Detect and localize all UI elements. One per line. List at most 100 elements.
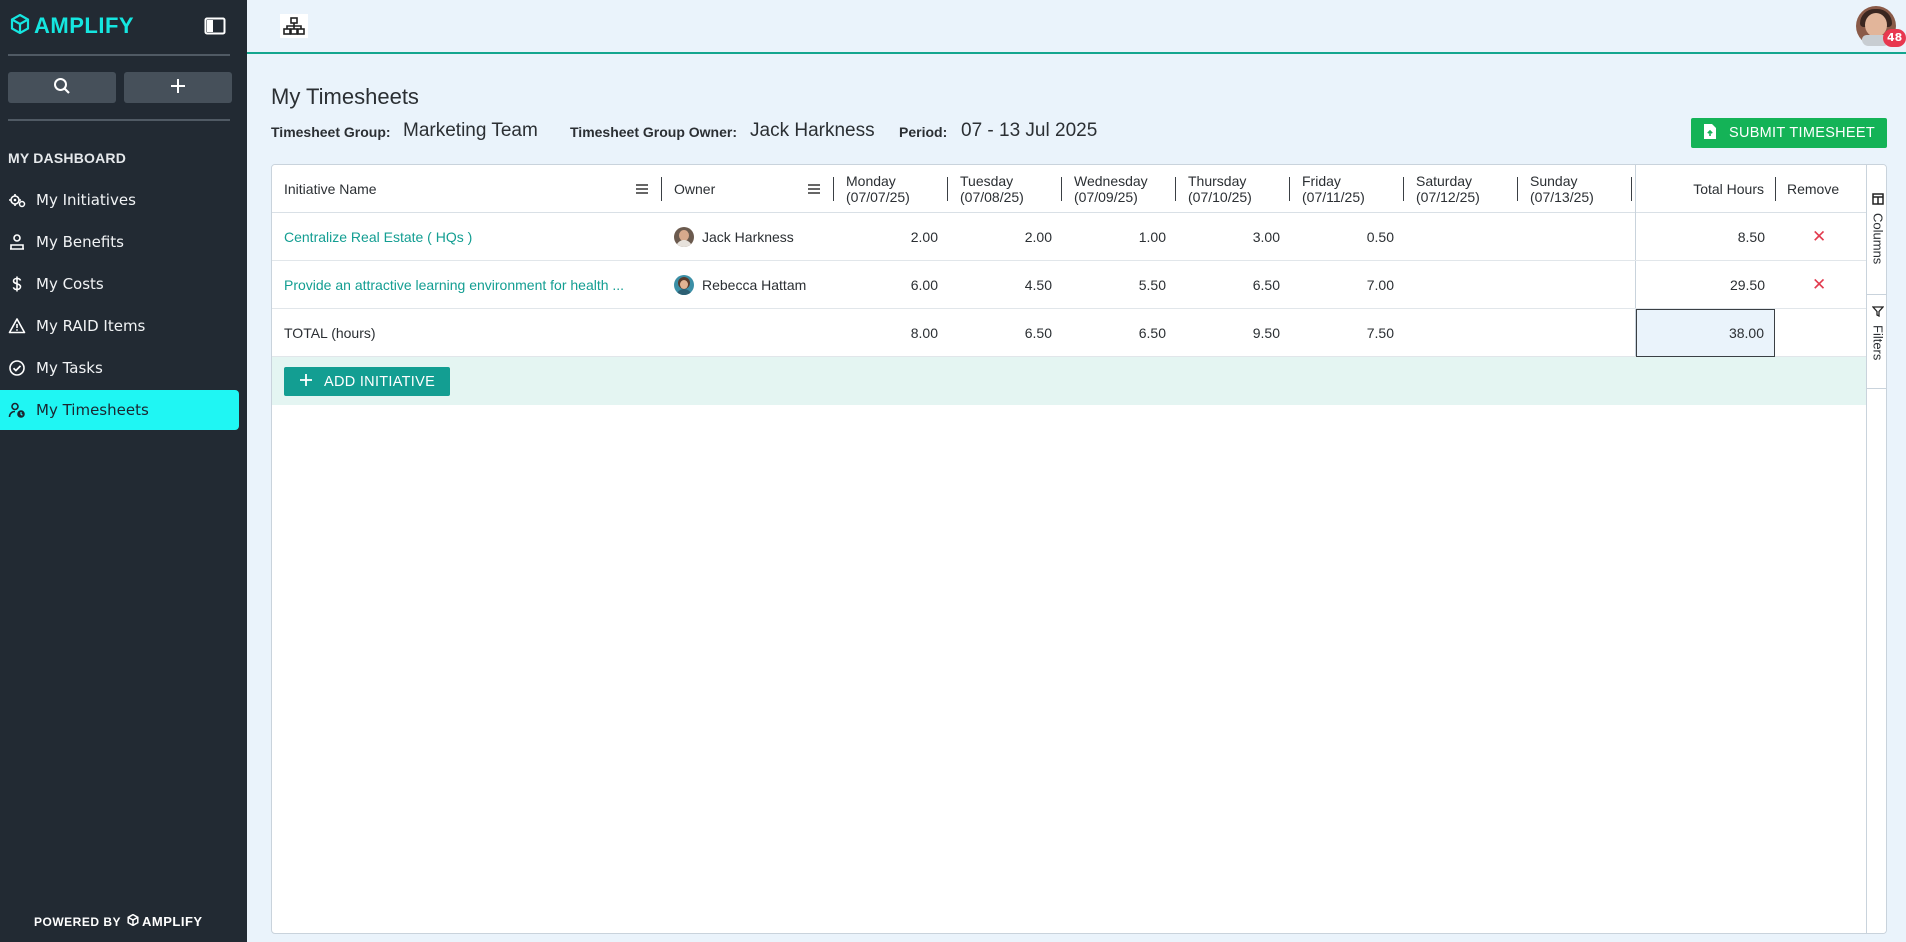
owner-name: Rebecca Hattam: [702, 277, 807, 293]
header-monday[interactable]: Monday (07/07/25): [846, 165, 910, 213]
submit-label: SUBMIT TIMESHEET: [1728, 125, 1876, 141]
owner-name: Jack Harkness: [702, 229, 794, 245]
initiative-link[interactable]: Provide an attractive learning environme…: [284, 261, 644, 309]
org-chart-icon[interactable]: [280, 14, 308, 38]
hours-cell[interactable]: 6.50: [1188, 261, 1280, 309]
header-tuesday[interactable]: Tuesday (07/08/25): [960, 165, 1024, 213]
group-owner-value: Jack Harkness: [750, 120, 875, 141]
sidebar-item-label: My Costs: [36, 275, 104, 293]
column-resize-handle[interactable]: [947, 177, 948, 201]
create-button[interactable]: [124, 72, 232, 103]
plus-icon: [300, 373, 312, 390]
sidebar-item-initiatives[interactable]: My Initiatives: [0, 180, 239, 220]
check-circle-icon: [8, 359, 26, 377]
warning-icon: [8, 317, 26, 335]
add-initiative-button[interactable]: ADD INITIATIVE: [284, 367, 450, 396]
file-upload-icon: [1703, 123, 1717, 144]
header-total-hours[interactable]: Total Hours: [1636, 165, 1764, 213]
day-total-cell: 6.50: [1024, 325, 1052, 341]
column-resize-handle[interactable]: [1775, 177, 1776, 201]
table-row: Provide an attractive learning environme…: [272, 261, 1866, 309]
sidebar-divider: [8, 119, 230, 121]
topbar: 48: [247, 0, 1906, 54]
header-sunday[interactable]: Sunday (07/13/25): [1530, 165, 1594, 213]
hours-cell[interactable]: 5.50: [1074, 261, 1166, 309]
remove-row-icon[interactable]: ✕: [1812, 261, 1826, 309]
column-resize-handle[interactable]: [1061, 177, 1062, 201]
hours-cell[interactable]: 2.00: [846, 213, 938, 261]
column-resize-handle[interactable]: [1403, 177, 1404, 201]
period-value: 07 - 13 Jul 2025: [961, 120, 1098, 141]
sidebar-item-label: My Timesheets: [36, 401, 149, 419]
columns-icon: [1872, 191, 1884, 209]
hours-cell[interactable]: 1.00: [1074, 213, 1166, 261]
notification-badge[interactable]: 48: [1883, 29, 1906, 47]
owner-cell: Jack Harkness: [674, 213, 794, 261]
header-wednesday[interactable]: Wednesday (07/09/25): [1074, 165, 1148, 213]
sidebar-item-raid[interactable]: My RAID Items: [0, 306, 239, 346]
header-remove[interactable]: Remove: [1787, 165, 1839, 213]
column-resize-handle[interactable]: [661, 177, 662, 201]
hours-cell[interactable]: 0.50: [1302, 213, 1394, 261]
hours-cell[interactable]: 7.00: [1302, 261, 1394, 309]
sidebar-collapse-icon[interactable]: [203, 15, 227, 37]
remove-row-icon[interactable]: ✕: [1812, 213, 1826, 261]
day-total-cell: 6.50: [1138, 325, 1166, 341]
powered-by-logo-text: AMPLIFY: [142, 914, 203, 929]
dollar-icon: [8, 275, 26, 293]
column-resize-handle[interactable]: [1631, 177, 1632, 201]
header-initiative-name[interactable]: Initiative Name: [284, 165, 377, 213]
sidebar-item-timesheets[interactable]: My Timesheets: [0, 390, 239, 430]
column-resize-handle[interactable]: [833, 177, 834, 201]
hours-cell[interactable]: 6.00: [846, 261, 938, 309]
sidebar-item-label: My Initiatives: [36, 191, 136, 209]
hours-cell[interactable]: 3.00: [1188, 213, 1280, 261]
search-button[interactable]: [8, 72, 116, 103]
header-owner[interactable]: Owner: [674, 165, 715, 213]
hours-cell[interactable]: [1530, 261, 1622, 309]
header-friday[interactable]: Friday (07/11/25): [1302, 165, 1365, 213]
column-menu-icon[interactable]: [634, 181, 650, 197]
hours-cell[interactable]: [1416, 213, 1508, 261]
columns-tab-label: Columns: [1870, 213, 1886, 265]
timesheet-grid: Initiative Name Owner Monday (07/07/25) T…: [271, 164, 1887, 934]
filters-tab[interactable]: Filters: [1867, 295, 1886, 389]
sidebar-item-benefits[interactable]: My Benefits: [0, 222, 239, 262]
column-resize-handle[interactable]: [1517, 177, 1518, 201]
amplify-logo-icon: [127, 913, 139, 929]
benefits-icon: [8, 233, 26, 251]
powered-by: POWERED BY AMPLIFY: [34, 913, 203, 929]
dashboard-section-label: MY DASHBOARD: [8, 150, 127, 166]
row-total-cell: 29.50: [1729, 277, 1765, 293]
logo[interactable]: AMPLIFY: [10, 13, 134, 38]
columns-tab[interactable]: Columns: [1867, 183, 1886, 295]
header-thursday[interactable]: Thursday (07/10/25): [1188, 165, 1252, 213]
sidebar-item-label: My Tasks: [36, 359, 103, 377]
day-total-cell: 7.50: [1366, 325, 1394, 341]
submit-timesheet-button[interactable]: SUBMIT TIMESHEET: [1691, 118, 1887, 148]
hours-cell[interactable]: 4.50: [960, 261, 1052, 309]
filter-icon: [1871, 303, 1885, 321]
column-menu-icon[interactable]: [806, 181, 822, 197]
group-owner-label: Timesheet Group Owner:: [570, 124, 737, 140]
sidebar-item-tasks[interactable]: My Tasks: [0, 348, 239, 388]
hours-cell[interactable]: [1530, 213, 1622, 261]
column-resize-handle[interactable]: [1289, 177, 1290, 201]
initiative-link[interactable]: Centralize Real Estate ( HQs ): [284, 213, 644, 261]
column-resize-handle[interactable]: [1175, 177, 1176, 201]
owner-avatar: [674, 275, 694, 295]
grand-total-cell[interactable]: 38.00: [1636, 309, 1775, 357]
sidebar-item-costs[interactable]: My Costs: [0, 264, 239, 304]
add-initiative-label: ADD INITIATIVE: [324, 373, 436, 390]
amplify-logo-icon: [10, 13, 30, 38]
hours-cell[interactable]: 2.00: [960, 213, 1052, 261]
grid-side-panel: Columns Filters: [1866, 165, 1886, 933]
total-row: TOTAL (hours) 8.00 6.50 6.50 9.50 7.50: [272, 309, 1866, 357]
plus-icon: [170, 78, 186, 98]
sidebar-divider: [8, 54, 230, 56]
sidebar-item-label: My RAID Items: [36, 317, 146, 335]
page-title: My Timesheets: [271, 84, 419, 109]
header-saturday[interactable]: Saturday (07/12/25): [1416, 165, 1480, 213]
hours-cell[interactable]: [1416, 261, 1508, 309]
period-label: Period:: [899, 124, 948, 140]
